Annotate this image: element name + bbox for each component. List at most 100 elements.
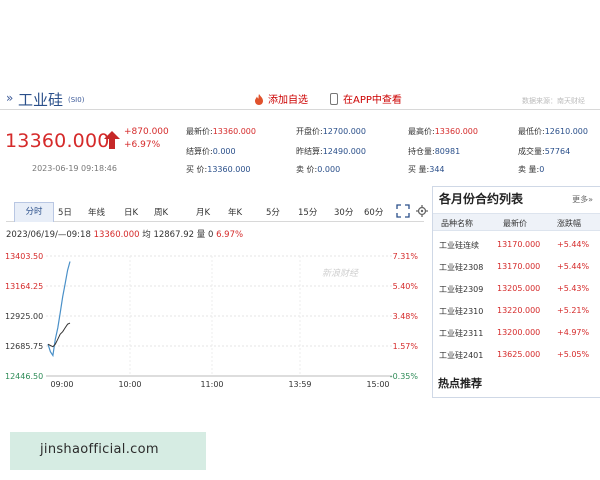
tab-10[interactable]: 60分 [364,206,383,218]
add-favorite-label: 添加自选 [268,95,308,106]
tab-1[interactable]: 5日 [58,206,72,218]
tab-6[interactable]: 年K [228,206,242,218]
quote-field-value: 344 [429,165,445,174]
y-right-tick: 1.57% [393,342,419,351]
y-left-tick: 13403.50 [5,252,43,261]
chart-info-line: 2023/06/19/—09:18 13360.000 均 12867.92 量… [6,228,243,240]
contract-change: +5.44% [557,262,590,271]
y-left-tick: 12446.50 [5,372,43,381]
tab-3[interactable]: 日K [124,206,138,218]
tab-0[interactable]: 分时 [14,202,54,222]
quote-field-label: 结算价: [186,147,213,156]
breadcrumb-arrow: » [6,91,14,105]
quote-field-label: 买 价: [186,165,208,174]
contract-list-panel: 各月份合约列表 更多» 品种名称 最新价 涨跌幅 工业硅连续 13170.000 +… [432,186,600,398]
quote-field: 结算价:0.000 [186,146,236,157]
info-avg-label: 均 [142,230,151,240]
quote-field-label: 最高价: [408,127,435,136]
watermark-banner: jinshaofficial.com [10,432,206,470]
quote-field-value: 57764 [544,147,571,156]
contract-row[interactable]: 工业硅2311 13200.000 +4.97% [433,323,600,345]
quote-field: 卖 价:0.000 [296,164,340,175]
settings-icon[interactable] [416,205,428,217]
y-right-tick: 5.40% [393,282,419,291]
contract-name: 工业硅2309 [439,285,484,294]
price-change: +870.000 +6.97% [124,126,169,152]
x-tick: 09:00 [50,380,73,389]
tab-5[interactable]: 月K [196,206,210,218]
contract-price: 13220.000 [497,306,541,315]
x-tick: 11:00 [200,380,223,389]
change-value: +870.000 [124,127,169,137]
quote-field-value: 0 [539,165,545,174]
add-favorite-button[interactable]: 添加自选 [254,91,308,106]
contract-name: 工业硅2311 [439,329,484,338]
instrument-code: (SI0) [68,96,85,104]
view-in-app-button[interactable]: 在APP中查看 [330,91,402,106]
tab-4[interactable]: 周K [154,206,168,218]
quote-field-label: 买 量: [408,165,430,174]
watermark-text: jinshaofficial.com [40,442,159,457]
quote-field: 开盘价:12700.000 [296,126,366,137]
contract-change: +5.44% [557,240,590,249]
y-left-tick: 12925.00 [5,312,43,321]
y-left-tick: 12685.75 [5,342,43,351]
quote-field: 卖 量:0 [518,164,544,175]
contract-price: 13170.000 [497,262,541,271]
contract-change: +4.97% [557,328,590,337]
x-tick: 15:00 [366,380,389,389]
intraday-chart: 新浪财经 13403.50 13164.25 12925.00 12685.75 124… [5,252,419,389]
hot-recommend-title: 热点推荐 [438,377,482,390]
contract-name: 工业硅2308 [439,263,484,272]
tab-8[interactable]: 15分 [298,206,317,218]
contract-row[interactable]: 工业硅连续 13170.000 +5.44% [433,235,600,257]
quote-field-label: 成交量: [518,147,545,156]
quote-field: 昨结算:12490.000 [296,146,366,157]
tab-7[interactable]: 5分 [266,206,280,218]
quote-field-value: 0.000 [317,165,341,174]
y-right-tick: 7.31% [393,252,419,261]
quote-field-label: 昨结算: [296,147,323,156]
contract-name: 工业硅2401 [439,351,484,360]
info-pct: 6.97% [216,230,244,240]
quote-field-label: 最低价: [518,127,545,136]
panel-title: 各月份合约列表 [439,192,524,206]
contract-price: 13205.000 [497,284,541,293]
contract-row[interactable]: 工业硅2401 13625.000 +5.05% [433,345,600,367]
info-vol-label: 量 [196,230,206,240]
contract-price: 13200.000 [497,328,541,337]
contract-name: 工业硅2310 [439,307,484,316]
tab-2[interactable]: 年线 [88,206,105,218]
contract-name: 工业硅连续 [439,241,479,250]
y-right-tick: -0.35% [390,372,419,381]
quote-field-value: 13360.000 [212,127,256,136]
view-in-app-label: 在APP中查看 [343,95,402,106]
contract-row[interactable]: 工业硅2308 13170.000 +5.44% [433,257,600,279]
quote-field: 买 量:344 [408,164,445,175]
quote-field-value: 80981 [434,147,461,156]
tab-9[interactable]: 30分 [334,206,353,218]
fullscreen-icon[interactable] [396,204,410,218]
info-range: 2023/06/19/—09:18 [6,230,91,240]
info-price: 13360.000 [93,230,140,240]
quote-datetime: 2023-06-19 09:18:46 [32,164,117,173]
contract-price: 13625.000 [497,350,541,359]
quote-field: 最低价:12610.000 [518,126,588,137]
y-right-tick: 3.48% [393,312,419,321]
quote-field: 最高价:13360.000 [408,126,478,137]
more-link[interactable]: 更多» [572,194,593,205]
quote-field-value: 0.000 [212,147,236,156]
header-price: 最新价 [503,219,527,228]
quote-field-value: 12610.000 [544,127,588,136]
contract-change: +5.43% [557,284,590,293]
contract-row[interactable]: 工业硅2310 13220.000 +5.21% [433,301,600,323]
quote-field-label: 开盘价: [296,127,323,136]
contract-change: +5.05% [557,350,590,359]
quote-field: 买 价:13360.000 [186,164,251,175]
contract-row[interactable]: 工业硅2309 13205.000 +5.43% [433,279,600,301]
phone-icon [330,93,338,105]
header-name: 品种名称 [441,219,473,228]
quote-field-value: 13360.000 [434,127,478,136]
quote-field-value: 13360.000 [207,165,251,174]
quote-field: 成交量:57764 [518,146,570,157]
